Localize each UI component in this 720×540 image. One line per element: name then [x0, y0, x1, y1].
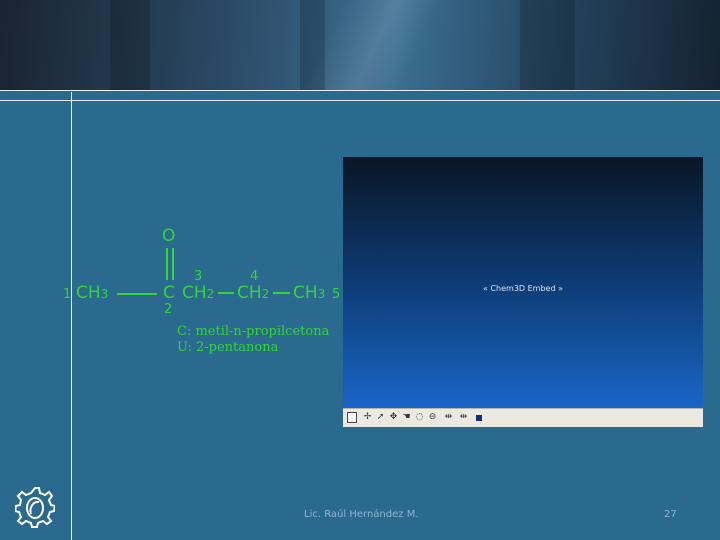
common-name: C: metil-n-propilcetona [177, 324, 330, 339]
bond-4-5 [273, 292, 290, 294]
banner-stripe [520, 0, 575, 90]
oxygen-atom: O [162, 226, 176, 246]
carbon-1-number: 1 [63, 287, 72, 302]
header-rule-top [0, 90, 720, 91]
carbon-5-group: CH3 [293, 283, 326, 303]
x-rotate-icon[interactable]: ⇹ [443, 412, 454, 423]
structural-formula: O 1 CH3 C 2 3 CH2 4 CH2 CH3 5 C: metil-n… [60, 220, 350, 360]
move-icon[interactable]: ✥ [388, 412, 399, 423]
carbon-2-group: C [163, 283, 175, 303]
rotate-icon[interactable]: ✢ [362, 412, 373, 423]
chem3d-viewer[interactable]: « Chem3D Embed » ✢ ➚ ✥ ☚ ◌ ⊖ ⇹ ⇹ [343, 157, 703, 427]
carbon-1-group: CH3 [76, 283, 109, 303]
document-icon[interactable] [347, 412, 357, 423]
chem3d-embed-label: « Chem3D Embed » [483, 284, 563, 293]
carbon-4-number: 4 [250, 269, 259, 284]
gear-logo-icon [15, 487, 55, 528]
zoom-icon[interactable]: ◌ [414, 412, 425, 423]
carbon-5-number: 5 [332, 287, 341, 302]
carbon-2-number: 2 [164, 302, 173, 317]
header-banner [0, 0, 720, 90]
banner-stripe [110, 0, 150, 90]
hand-icon[interactable]: ☚ [401, 412, 412, 423]
carbon-4-group: CH2 [237, 283, 270, 303]
chem3d-toolbar: ✢ ➚ ✥ ☚ ◌ ⊖ ⇹ ⇹ [343, 408, 703, 427]
y-rotate-icon[interactable]: ⇹ [458, 412, 469, 423]
bond-3-4 [218, 292, 234, 294]
carbon-3-group: CH2 [182, 283, 215, 303]
double-bond-left [166, 248, 168, 280]
footer-author: Lic. Raúl Hernández M. [304, 509, 419, 520]
banner-stripe [300, 0, 325, 90]
header-rule-bottom [0, 100, 720, 101]
pointer-icon[interactable]: ➚ [375, 412, 386, 423]
double-bond-right [172, 248, 174, 280]
carbon-3-number: 3 [194, 269, 203, 284]
page-number: 27 [664, 509, 677, 520]
iupac-name: U: 2-pentanona [177, 340, 279, 355]
stop-icon[interactable] [476, 415, 482, 421]
trackball-icon[interactable]: ⊖ [427, 412, 438, 423]
bond-1-2 [117, 293, 157, 295]
